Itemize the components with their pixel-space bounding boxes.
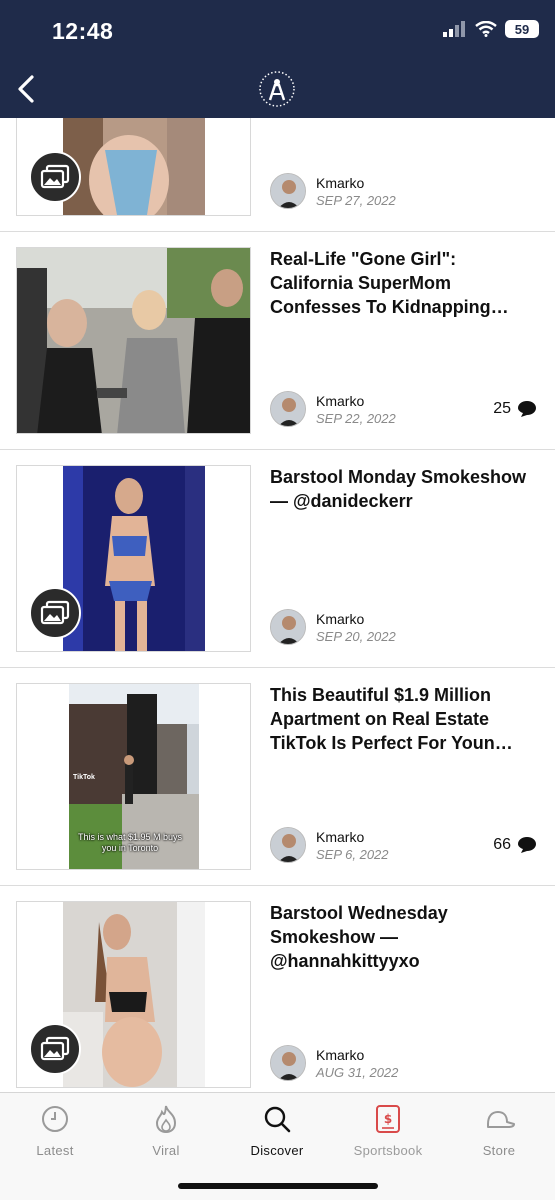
author-row: Kmarko SEP 22, 2022 [270,391,396,427]
comment-bubble-icon [518,837,536,853]
author-row: Kmarko AUG 31, 2022 [270,1045,398,1081]
battery-indicator: 59 [505,20,539,38]
tab-discover[interactable]: Discover [222,1103,332,1158]
gallery-icon [40,600,70,625]
flame-icon [155,1105,177,1134]
comment-count[interactable]: 66 [493,836,537,854]
author-row: Kmarko SEP 20, 2022 [270,609,396,645]
tab-label: Discover [250,1143,304,1158]
author-name: Kmarko [316,828,365,845]
gallery-icon [40,1036,70,1061]
article-thumbnail[interactable]: TikTok This is what $1.95 M buys you in … [16,683,251,870]
publish-date: SEP 20, 2022 [316,628,396,644]
author-row: Kmarko SEP 27, 2022 [270,173,396,209]
publish-date: SEP 6, 2022 [316,846,389,862]
article-feed[interactable]: Kmarko SEP 27, 2022 Real-Life "Gone Girl… [0,118,555,1092]
gallery-badge [29,151,81,203]
tab-sportsbook[interactable]: $ Sportsbook [333,1103,443,1158]
avatar [270,391,306,427]
search-icon [264,1106,291,1133]
comment-count-value: 66 [493,836,511,853]
wifi-icon [475,21,497,37]
tab-label: Sportsbook [353,1143,423,1158]
comment-bubble-icon [518,401,536,417]
svg-text:$: $ [384,1112,392,1126]
tab-label: Store [482,1143,516,1158]
article-title[interactable]: This Beautiful $1.9 Million Apartment on… [270,683,540,755]
tab-latest[interactable]: Latest [0,1103,110,1158]
back-button[interactable] [12,72,40,106]
article-thumbnail[interactable] [16,247,251,434]
image-watermark: TikTok [73,774,95,781]
author-name: Kmarko [316,174,365,191]
article-title[interactable]: Real-Life "Gone Girl": California SuperM… [270,247,540,319]
author-name: Kmarko [316,1046,365,1063]
avatar [270,827,306,863]
article-thumbnail[interactable] [16,118,251,216]
tab-store[interactable]: Store [444,1103,554,1158]
top-bar: 12:48 59 [0,0,555,118]
status-icons: 59 [443,20,539,38]
chevron-left-icon [18,75,34,103]
tab-viral[interactable]: Viral [111,1103,221,1158]
article-card[interactable]: Barstool Wednesday Smokeshow — @hannahki… [0,886,555,1092]
article-card[interactable]: Kmarko SEP 27, 2022 [0,118,555,232]
article-thumbnail[interactable] [16,901,251,1088]
comment-count-value: 25 [493,400,511,417]
status-time: 12:48 [52,18,114,44]
clock-icon [42,1106,68,1132]
avatar [270,609,306,645]
home-indicator[interactable] [178,1183,378,1189]
author-row: Kmarko SEP 6, 2022 [270,827,389,863]
ticket-icon: $ [376,1105,400,1133]
article-card[interactable]: Barstool Monday Smokeshow — @danideckerr… [0,450,555,668]
image-caption: This is what $1.95 M buys you in Toronto [77,832,183,853]
hat-icon [487,1111,515,1128]
article-card[interactable]: Real-Life "Gone Girl": California SuperM… [0,232,555,450]
tab-label: Viral [152,1143,180,1158]
avatar [270,1045,306,1081]
barstool-logo-icon[interactable] [258,70,296,108]
article-image [17,248,250,433]
gallery-icon [40,164,70,189]
tab-label: Latest [36,1143,74,1158]
article-title[interactable]: Barstool Monday Smokeshow — @danideckerr [270,465,540,513]
gallery-badge [29,1023,81,1075]
author-name: Kmarko [316,392,365,409]
publish-date: SEP 27, 2022 [316,192,396,208]
article-title[interactable]: Barstool Wednesday Smokeshow — @hannahki… [270,901,540,973]
gallery-badge [29,587,81,639]
article-thumbnail[interactable] [16,465,251,652]
avatar [270,173,306,209]
publish-date: AUG 31, 2022 [316,1064,399,1080]
comment-count[interactable]: 25 [493,400,537,418]
article-card[interactable]: TikTok This is what $1.95 M buys you in … [0,668,555,886]
author-name: Kmarko [316,610,365,627]
cellular-signal-icon [443,21,465,37]
publish-date: SEP 22, 2022 [316,410,396,426]
